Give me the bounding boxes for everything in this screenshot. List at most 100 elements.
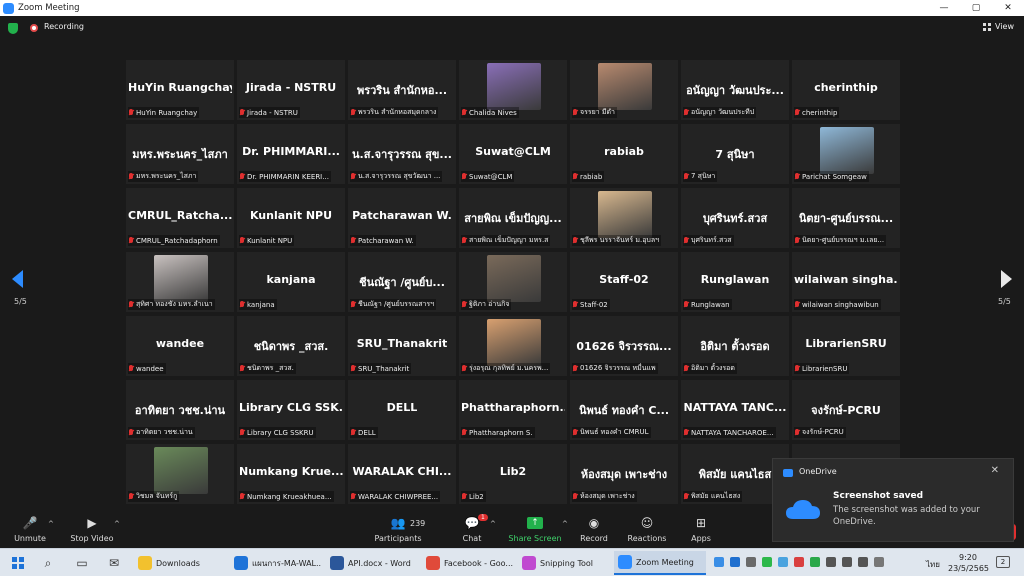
participant-tile[interactable]: DELL DELL xyxy=(348,380,456,440)
participant-tile[interactable]: จงรักษ์-PCRU จงรักษ์-PCRU xyxy=(792,380,900,440)
participant-tile[interactable]: มหร.พระนคร_ไสภา มหร.พระนคร_ไสภา xyxy=(126,124,234,184)
meeting-topbar: Recording View xyxy=(0,16,1024,40)
participant-display-name: wilaiwan singha... xyxy=(794,273,898,286)
participant-name-label: WARALAK CHIWPREE... xyxy=(358,492,439,501)
tray-wifi-icon[interactable] xyxy=(826,557,836,567)
participant-tile[interactable]: ฐิติภา อ่านกิจ xyxy=(459,252,567,312)
mail-icon[interactable]: ✉ xyxy=(106,555,122,571)
previous-page-icon[interactable] xyxy=(12,270,23,288)
view-button[interactable]: View xyxy=(983,22,1014,31)
taskbar-app-button[interactable]: Zoom Meeting xyxy=(614,551,706,575)
participant-tile[interactable]: NATTAYA TANC... NATTAYA TANCHAROE... xyxy=(681,380,789,440)
task-view-icon[interactable]: ▭ xyxy=(74,555,90,571)
participant-tile[interactable]: wandee wandee xyxy=(126,316,234,376)
participant-tile[interactable]: CMRUL_Ratcha... CMRUL_Ratchadaphorn xyxy=(126,188,234,248)
windows-start-icon[interactable] xyxy=(12,557,24,569)
participant-tile[interactable]: ห้องสมุด เพาะช่าง ห้องสมุด เพาะช่าง xyxy=(570,444,678,504)
page-indicator-left: 5/5 xyxy=(14,297,27,306)
tray-security-icon[interactable] xyxy=(794,557,804,567)
participant-tile[interactable]: รุ่งอรุณ กุลทิพย์ ม.นครพ... xyxy=(459,316,567,376)
participant-tile[interactable]: ชุลีพร นรราจันทร์ ม.อุบลฯ xyxy=(570,188,678,248)
onedrive-notification[interactable]: OneDrive ✕ Screenshot saved The screensh… xyxy=(772,458,1014,542)
participant-tile[interactable]: สายพิณ เข็มปัญญ... สายพิณ เข็มปัญญา มหร.ส xyxy=(459,188,567,248)
video-options-caret-icon[interactable]: ^ xyxy=(114,520,120,528)
participant-tile[interactable]: kanjana kanjana xyxy=(237,252,345,312)
participant-tile[interactable]: Staff-02 Staff-02 xyxy=(570,252,678,312)
participant-tile[interactable]: Chalida Nives xyxy=(459,60,567,120)
participant-tile[interactable]: LibrarienSRU LibrarienSRU xyxy=(792,316,900,376)
tray-word-icon[interactable] xyxy=(730,557,740,567)
muted-mic-icon xyxy=(128,492,134,501)
participant-caption: น.ส.จารุวรรณ สุขวัฒนา ... xyxy=(350,171,443,182)
taskbar-app-button[interactable]: แผนการ-MA-WAL... xyxy=(230,551,322,575)
participant-tile[interactable]: บุศรินทร์.สวส บุศรินทร์.สวส xyxy=(681,188,789,248)
input-language[interactable]: ไทย xyxy=(926,558,940,571)
participant-tile[interactable]: วิชมล จันทร์กู xyxy=(126,444,234,504)
participant-tile[interactable]: HuYin Ruangchay HuYin Ruangchay xyxy=(126,60,234,120)
participant-tile[interactable]: อาทิตยา วชช.น่าน อาทิตยา วชช.น่าน xyxy=(126,380,234,440)
taskbar-app-button[interactable]: Facebook - Goo... xyxy=(422,551,514,575)
participant-tile[interactable]: พรวริน สำนักหอ... พรวริน สำนักหอสมุดกลาง xyxy=(348,60,456,120)
next-page-icon[interactable] xyxy=(1001,270,1012,288)
search-icon[interactable]: ⌕ xyxy=(40,555,56,571)
audio-options-caret-icon[interactable]: ^ xyxy=(48,520,54,528)
participant-tile[interactable]: อนัญญา วัฒนประ... อนัญญา วัฒนประทีป xyxy=(681,60,789,120)
muted-mic-icon xyxy=(461,428,467,437)
muted-mic-icon xyxy=(461,172,467,181)
maximize-button[interactable]: ▢ xyxy=(960,0,992,16)
notification-center-icon[interactable]: 2 xyxy=(996,556,1010,568)
participant-tile[interactable]: ชีนณัฐา /ศูนย์บ... ชีนณัฐา /ศูนย์บรรณสารฯ xyxy=(348,252,456,312)
participant-tile[interactable]: Library CLG SSK... Library CLG SSKRU xyxy=(237,380,345,440)
participant-tile[interactable]: Lib2 Lib2 xyxy=(459,444,567,504)
taskbar-app-button[interactable]: API.docx - Word xyxy=(326,551,418,575)
tray-battery-icon[interactable] xyxy=(858,557,868,567)
participant-tile[interactable]: cherinthip cherinthip xyxy=(792,60,900,120)
tray-check-icon[interactable] xyxy=(810,557,820,567)
tray-line-icon[interactable] xyxy=(762,557,772,567)
participant-tile[interactable]: ชนิดาพร _สวส. ชนิดาพร _สวส. xyxy=(237,316,345,376)
participant-tile[interactable]: Kunlanit NPU Kunlanit NPU xyxy=(237,188,345,248)
tray-display-icon[interactable] xyxy=(874,557,884,567)
tray-volume-icon[interactable] xyxy=(842,557,852,567)
participant-tile[interactable]: Jirada - NSTRU Jirada - NSTRU xyxy=(237,60,345,120)
chat-button[interactable]: 💬 1 Chat xyxy=(442,514,502,543)
record-button[interactable]: ◉ Record xyxy=(564,516,624,543)
participant-tile[interactable]: SRU_Thanakrit SRU_Thanakrit xyxy=(348,316,456,376)
muted-mic-icon xyxy=(683,364,689,373)
clock[interactable]: 9:20 23/5/2565 xyxy=(948,552,989,574)
minimize-button[interactable]: — xyxy=(928,0,960,16)
participant-tile[interactable]: Patcharawan W. Patcharawan W. xyxy=(348,188,456,248)
participant-tile[interactable]: Runglawan Runglawan xyxy=(681,252,789,312)
participant-tile[interactable]: Parichat Somgeaw xyxy=(792,124,900,184)
participant-tile[interactable]: อิติมา ตั้วงรอด อิติมา ตั้วงรอด xyxy=(681,316,789,376)
participant-tile[interactable]: 01626 จิรวรรณ... 01626 จิรวรรณ หมื่นแพ xyxy=(570,316,678,376)
apps-button[interactable]: ⊞ Apps xyxy=(671,516,731,543)
tray-app-icon[interactable] xyxy=(746,557,756,567)
tray-drive-icon[interactable] xyxy=(714,557,724,567)
taskbar-app-button[interactable]: Downloads xyxy=(134,551,226,575)
notification-close-icon[interactable]: ✕ xyxy=(991,465,999,476)
participant-tile[interactable]: Phattharaphorn... Phattharaphorn S. xyxy=(459,380,567,440)
participant-tile[interactable]: นิตยา-ศูนย์บรรณ... นิตยา-ศูนย์บรรณฯ ม.เลย… xyxy=(792,188,900,248)
stop-video-button[interactable]: ▶ Stop Video xyxy=(62,516,122,543)
share-screen-button[interactable]: ↑ Share Screen xyxy=(505,516,565,543)
participant-tile[interactable]: น.ส.จารุวรรณ สุข... น.ส.จารุวรรณ สุขวัฒนา… xyxy=(348,124,456,184)
participant-tile[interactable]: WARALAK CHI... WARALAK CHIWPREE... xyxy=(348,444,456,504)
participant-tile[interactable]: จรรยา มีดำ xyxy=(570,60,678,120)
participant-tile[interactable]: Dr. PHIMMARI... Dr. PHIMMARIN KEERI... xyxy=(237,124,345,184)
participant-tile[interactable]: wilaiwan singha... wilaiwan singhawibun xyxy=(792,252,900,312)
participant-tile[interactable]: 7 สุนิษา 7 สุนิษา xyxy=(681,124,789,184)
reactions-button[interactable]: ☺ Reactions xyxy=(617,516,677,543)
participant-tile[interactable]: Suwat@CLM Suwat@CLM xyxy=(459,124,567,184)
participant-tile[interactable]: นิพนธ์ ทองคำ C... นิพนธ์ ทองคำ CMRUL xyxy=(570,380,678,440)
participant-tile[interactable]: สุทิศา ทองชัง มหร.ลำเนา xyxy=(126,252,234,312)
participant-video xyxy=(598,63,652,110)
participant-caption: kanjana xyxy=(239,299,277,310)
participant-tile[interactable]: rabiab rabiab xyxy=(570,124,678,184)
close-button[interactable]: ✕ xyxy=(992,0,1024,16)
participant-tile[interactable]: Numkang Krue... Numkang Krueakhuea... xyxy=(237,444,345,504)
participant-display-name: DELL xyxy=(386,401,418,414)
taskbar-app-button[interactable]: Snipping Tool xyxy=(518,551,610,575)
encryption-shield-icon[interactable] xyxy=(8,23,18,34)
tray-cloud-icon[interactable] xyxy=(778,557,788,567)
